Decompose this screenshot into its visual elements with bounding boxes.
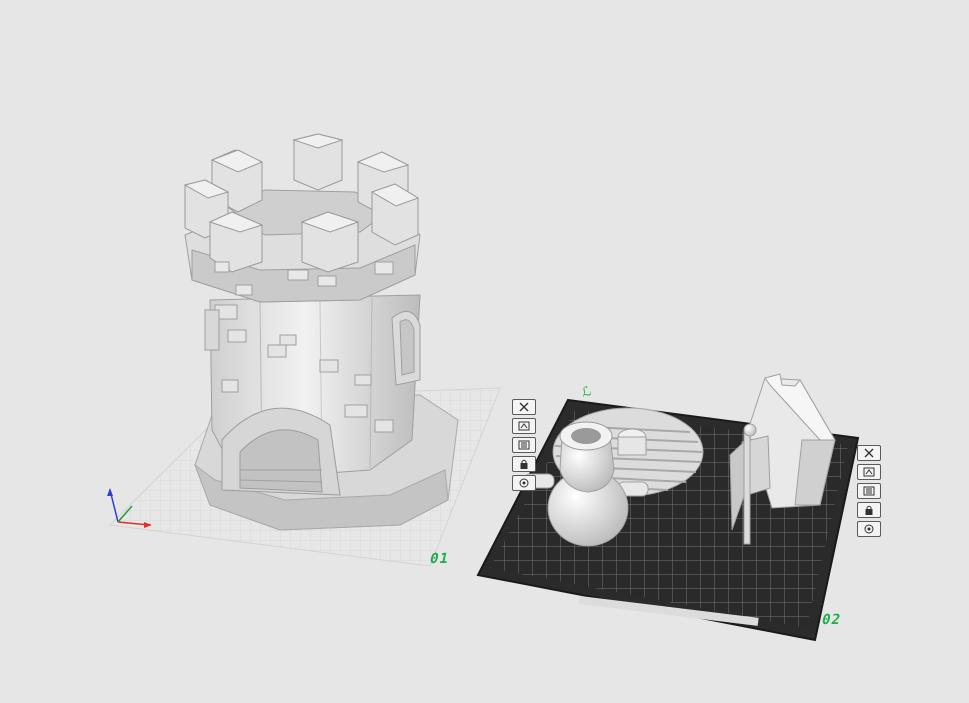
- plate-02-label[interactable]: 02: [820, 612, 842, 628]
- plate-02-settings-button[interactable]: [857, 483, 881, 499]
- plate-01-arrange-button[interactable]: [512, 418, 536, 434]
- plate-02-filament-button[interactable]: [857, 521, 881, 537]
- close-icon: [864, 448, 874, 458]
- plate-02-close-button[interactable]: [857, 445, 881, 461]
- settings-icon: [518, 440, 530, 450]
- filament-icon: [519, 478, 529, 488]
- plate-01-lock-button[interactable]: [512, 456, 536, 472]
- plate-01-settings-button[interactable]: [512, 437, 536, 453]
- plate-01-label[interactable]: 01: [428, 551, 450, 567]
- close-icon: [519, 402, 529, 412]
- settings-icon: [863, 486, 875, 496]
- castle-tower-model[interactable]: [183, 133, 459, 531]
- arrange-icon: [863, 467, 875, 477]
- plate-02-lock-button[interactable]: [857, 502, 881, 518]
- plate-01-filament-button[interactable]: [512, 475, 536, 491]
- plate-02-toolbar: [857, 445, 881, 537]
- filament-icon: [864, 524, 874, 534]
- plate-02-arrange-button[interactable]: [857, 464, 881, 480]
- plate-01-toolbar: [512, 399, 536, 491]
- plate-01-close-button[interactable]: [512, 399, 536, 415]
- plate-02-marker: ℒ: [580, 384, 593, 401]
- 3d-viewport[interactable]: ℒ: [0, 0, 969, 703]
- lock-icon: [520, 459, 528, 469]
- arrange-icon: [518, 421, 530, 431]
- lock-icon: [865, 505, 873, 515]
